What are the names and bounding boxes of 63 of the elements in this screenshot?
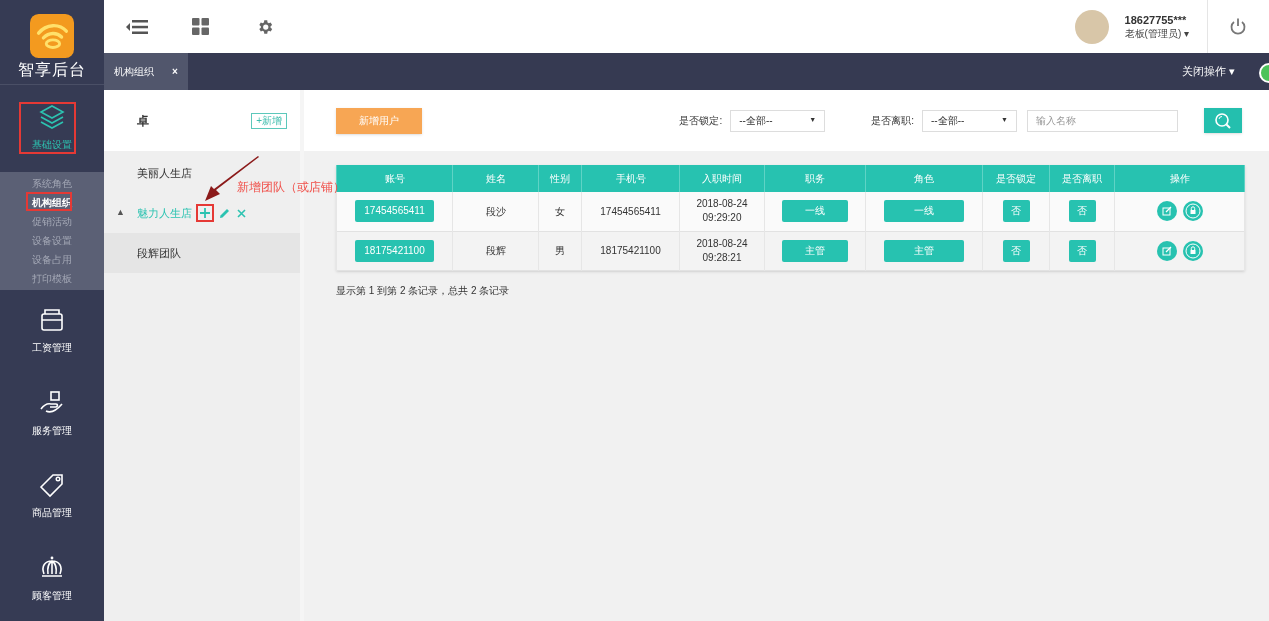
position-button[interactable]: 主管 [782, 239, 848, 262]
submenu-item[interactable]: 设备设置 [32, 230, 72, 250]
edit-icon[interactable] [1156, 201, 1177, 222]
annotation-box [19, 102, 76, 154]
layers-icon [38, 103, 66, 131]
submenu-item[interactable]: 促销活动 [32, 211, 72, 231]
app-title: 智享后台 [18, 60, 86, 80]
submenu-item[interactable]: 系统角色 [32, 173, 72, 193]
add-user-button[interactable]: 新增用户 [336, 107, 422, 134]
lock-icon[interactable] [1182, 201, 1203, 222]
tree-title: 卓 [137, 112, 149, 130]
add-button[interactable]: +新增 [251, 112, 287, 129]
tree-item[interactable]: 魅力人生店 [137, 204, 192, 222]
table-cell: 18175421100 [581, 231, 680, 270]
annotation-box [26, 192, 72, 211]
tree-item[interactable]: 美丽人生店 [137, 164, 192, 182]
power-icon[interactable] [1230, 18, 1246, 35]
table-cell: 2018-08-24 09:29:20 [679, 192, 765, 231]
locked-button[interactable]: 否 [1002, 239, 1030, 262]
sidebar-item[interactable]: 商品管理 [0, 455, 104, 539]
tab[interactable]: 机构组织 × [104, 53, 188, 90]
resigned-button[interactable]: 否 [1068, 200, 1096, 223]
lock-icon[interactable] [1182, 240, 1203, 261]
position-button[interactable]: 一线 [782, 200, 848, 223]
filter-label: 是否锁定: [679, 114, 723, 128]
close-icon[interactable]: × [172, 64, 178, 79]
menu-collapse-icon[interactable] [126, 18, 148, 35]
search-field[interactable]: 输入名称 [1027, 109, 1178, 132]
resigned-button[interactable]: 否 [1068, 239, 1096, 262]
role-button[interactable]: 一线 [884, 200, 964, 223]
annotation-arrow [204, 156, 260, 202]
sidebar-item[interactable]: 顾客管理 [0, 538, 104, 621]
account-button[interactable]: 17454565411 [355, 200, 434, 223]
avatar-photo[interactable] [1074, 9, 1109, 44]
submenu-item[interactable]: 打印模板 [32, 268, 72, 288]
locked-button[interactable]: 否 [1002, 200, 1030, 223]
role-button[interactable]: 主管 [884, 239, 964, 262]
add-icon[interactable] [198, 206, 212, 220]
search-button[interactable] [1204, 108, 1242, 133]
user-role-dropdown[interactable]: 老板(管理员) ▾ [1124, 26, 1189, 41]
tree-item[interactable]: 段辉团队 [137, 244, 181, 262]
table-cell: 男 [538, 231, 582, 270]
pagination-info: 显示第 1 到第 2 条记录，总共 2 条记录 [336, 283, 511, 298]
user-name: 18627755*** [1124, 12, 1188, 27]
table-cell: 17454565411 [581, 192, 680, 231]
table-cell: 段沙 [452, 192, 539, 231]
close-operations-dropdown[interactable]: 关闭操作 ▾ [1181, 63, 1235, 80]
sidebar-item[interactable]: 基础设置 [0, 85, 104, 172]
table-cell: 2018-08-24 09:28:21 [679, 231, 765, 270]
edit-icon[interactable] [1156, 240, 1177, 261]
account-button[interactable]: 18175421100 [355, 239, 434, 262]
delete-icon[interactable] [237, 208, 246, 218]
table-cell: 段辉 [452, 231, 539, 270]
filter-label: 是否离职: [871, 114, 914, 128]
search-icon [1214, 111, 1232, 130]
table-cell: 女 [538, 192, 582, 231]
toggle-arrow-icon[interactable]: ▲ [104, 206, 137, 220]
grid-icon[interactable] [192, 18, 209, 35]
wifi-logo-icon [30, 14, 74, 58]
tag-icon [38, 471, 66, 500]
sidebar-item[interactable]: 工资管理 [0, 289, 104, 373]
edit-icon[interactable] [219, 207, 230, 219]
sidebar-item[interactable]: 服务管理 [0, 372, 104, 456]
